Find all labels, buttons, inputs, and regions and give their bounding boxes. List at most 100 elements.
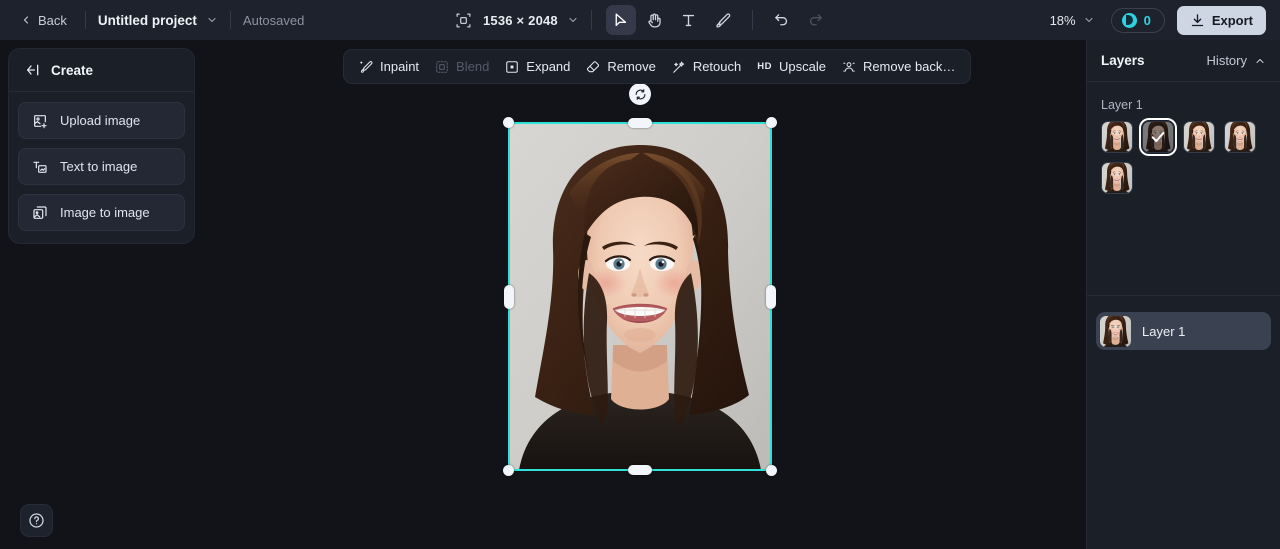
- credits-badge[interactable]: 0: [1110, 7, 1165, 33]
- resize-handle-right[interactable]: [766, 284, 776, 309]
- resize-handle-bottom-right[interactable]: [766, 465, 777, 476]
- rotate-icon: [635, 88, 645, 100]
- app-root: Back Untitled project Autosaved 1536 × 2…: [0, 0, 1280, 549]
- redo-button[interactable]: [801, 5, 831, 35]
- thumbnail-variant-5[interactable]: [1101, 162, 1133, 194]
- variant-thumbnail-grid: [1087, 118, 1280, 194]
- resize-handle-bottom-left[interactable]: [503, 465, 514, 476]
- thumbnail-variant-3[interactable]: [1183, 121, 1215, 153]
- header-left: Back Untitled project Autosaved: [0, 0, 304, 40]
- canvas-area[interactable]: [195, 40, 1085, 549]
- upscale-button[interactable]: HD Upscale: [749, 53, 834, 80]
- text-tool-button[interactable]: [674, 5, 704, 35]
- layers-panel-header: Layers History: [1087, 40, 1280, 82]
- zoom-level: 18%: [1049, 12, 1076, 28]
- select-tool-button[interactable]: [605, 5, 636, 35]
- undo-icon: [775, 13, 788, 25]
- canvas-image[interactable]: [508, 122, 772, 471]
- thumbnail-image: [1225, 122, 1255, 152]
- remove-background-button[interactable]: Remove back…: [834, 53, 963, 80]
- retouch-label: Retouch: [692, 59, 742, 74]
- brush-tool-button[interactable]: [708, 5, 738, 35]
- upload-image-label: Upload image: [60, 113, 141, 128]
- inpaint-label: Inpaint: [380, 59, 420, 74]
- hand-tool-button[interactable]: [640, 5, 670, 35]
- back-label: Back: [38, 12, 67, 28]
- thumbnail-image: [1102, 122, 1132, 152]
- create-panel-title: Create: [51, 62, 94, 78]
- resize-handle-bottom[interactable]: [628, 465, 652, 475]
- chevron-up-icon: [1256, 58, 1264, 63]
- upscale-label: Upscale: [778, 59, 826, 74]
- header-right: 18% 0 Export: [1046, 0, 1266, 40]
- thumbnail-variant-2[interactable]: [1139, 118, 1177, 156]
- resize-handle-top[interactable]: [628, 118, 652, 128]
- remove-button[interactable]: Remove: [578, 53, 663, 80]
- download-icon: [1191, 13, 1203, 26]
- resize-handle-top-left[interactable]: [503, 117, 514, 128]
- autosave-status: Autosaved: [242, 12, 305, 28]
- back-button[interactable]: Back: [14, 9, 73, 32]
- inpaint-brush-icon: [360, 60, 373, 73]
- layer-thumbnail: [1100, 315, 1131, 347]
- retouch-button[interactable]: Retouch: [664, 53, 749, 80]
- layers-panel: Layers History Layer 1 Layer 1: [1086, 40, 1280, 549]
- upload-image-button[interactable]: Upload image: [18, 102, 185, 139]
- expand-button[interactable]: Expand: [497, 53, 578, 80]
- redo-icon: [810, 13, 823, 25]
- layer-list-item-1[interactable]: Layer 1: [1096, 312, 1271, 350]
- text-to-image-label: Text to image: [60, 159, 138, 174]
- layers-divider: [1087, 295, 1280, 296]
- inpaint-button[interactable]: Inpaint: [351, 53, 427, 80]
- portrait-photo: [509, 123, 771, 470]
- selected-check-icon: [1143, 122, 1173, 152]
- undo-button[interactable]: [767, 5, 797, 35]
- help-button[interactable]: [20, 504, 53, 537]
- project-name[interactable]: Untitled project: [98, 13, 197, 28]
- retouch-wand-icon: [673, 61, 685, 73]
- thumbnail-variant-1[interactable]: [1101, 121, 1133, 153]
- project-chevron-down-icon[interactable]: [206, 14, 218, 26]
- resize-handle-top-right[interactable]: [766, 117, 777, 128]
- blend-label: Blend: [456, 59, 490, 74]
- credit-coin-icon: [1121, 12, 1137, 28]
- selected-image-frame[interactable]: [503, 83, 777, 476]
- eraser-icon: [587, 60, 600, 72]
- history-label: History: [1206, 53, 1247, 68]
- zoom-control[interactable]: 18%: [1046, 9, 1099, 32]
- text-to-image-button[interactable]: Text to image: [18, 148, 185, 185]
- toolbar-separator-1: [590, 10, 592, 30]
- text-icon: [683, 14, 695, 26]
- chevron-left-icon: [23, 16, 29, 24]
- remove-label: Remove: [607, 59, 656, 74]
- thumbnail-variant-4[interactable]: [1224, 121, 1256, 153]
- export-label: Export: [1211, 12, 1253, 28]
- layer-group-label: Layer 1: [1101, 98, 1143, 112]
- toolbar-separator-2: [751, 10, 753, 30]
- canvas-dimensions[interactable]: 1536 × 2048: [483, 13, 558, 28]
- layer-thumbnail-image: [1100, 316, 1131, 347]
- create-panel-header: Create: [9, 49, 194, 92]
- collapse-panel-icon[interactable]: [25, 62, 41, 78]
- image-to-image-button[interactable]: Image to image: [18, 194, 185, 231]
- resize-handle-left[interactable]: [504, 284, 514, 309]
- upload-image-icon: [34, 114, 47, 128]
- top-header: Back Untitled project Autosaved 1536 × 2…: [0, 0, 1280, 40]
- image-to-image-icon: [33, 205, 47, 219]
- canvas-size-icon[interactable]: [455, 12, 472, 29]
- header-divider-2: [229, 11, 231, 29]
- brush-icon: [716, 12, 731, 28]
- edit-toolbar: Inpaint Blend Expand Remove Retouch HD U…: [343, 49, 972, 84]
- canvas-size-chevron-down-icon[interactable]: [567, 14, 579, 26]
- header-center-toolbar: 1536 × 2048: [455, 0, 833, 40]
- hd-icon: HD: [757, 61, 772, 72]
- export-button[interactable]: Export: [1176, 5, 1266, 35]
- thumbnail-image: [1102, 163, 1132, 193]
- history-toggle[interactable]: History: [1207, 53, 1266, 68]
- rotate-handle[interactable]: [629, 83, 651, 105]
- blend-button[interactable]: Blend: [427, 53, 497, 80]
- expand-label: Expand: [526, 59, 571, 74]
- help-circle-icon: [29, 513, 44, 528]
- cursor-arrow-icon: [615, 12, 627, 26]
- create-panel-body: Upload image Text to image Image to imag…: [9, 92, 194, 243]
